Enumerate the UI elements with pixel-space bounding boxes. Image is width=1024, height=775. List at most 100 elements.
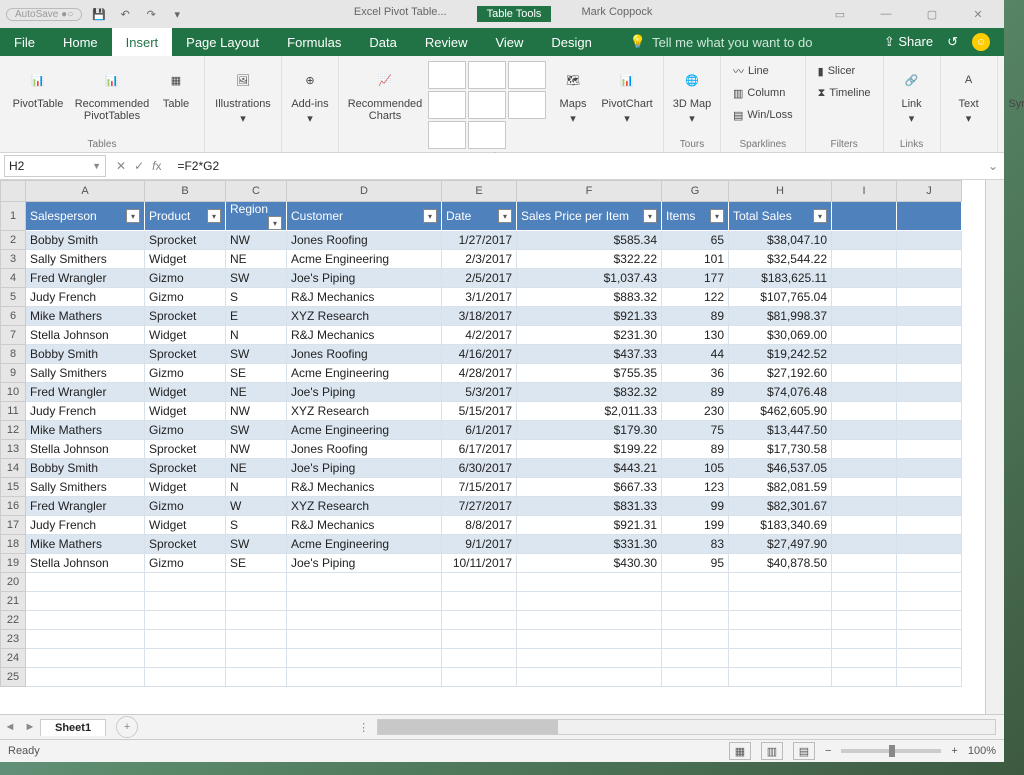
zoom-slider[interactable] <box>841 749 941 753</box>
cell[interactable]: Sprocket <box>145 440 226 459</box>
cell[interactable]: R&J Mechanics <box>287 326 442 345</box>
cell[interactable]: $17,730.58 <box>729 440 832 459</box>
illustrations-button[interactable]: 🖼Illustrations ▾ <box>213 60 273 125</box>
cell[interactable] <box>26 611 145 630</box>
cell[interactable]: 199 <box>662 516 729 535</box>
table-header-cell[interactable]: Product▾ <box>145 202 226 231</box>
cell[interactable]: Widget <box>145 383 226 402</box>
cell[interactable] <box>897 421 962 440</box>
cell[interactable]: 95 <box>662 554 729 573</box>
cell[interactable]: NW <box>226 231 287 250</box>
cell[interactable]: $1,037.43 <box>517 269 662 288</box>
column-header[interactable]: F <box>517 181 662 202</box>
cell[interactable]: $2,011.33 <box>517 402 662 421</box>
cell[interactable] <box>26 592 145 611</box>
cell[interactable] <box>287 668 442 687</box>
cell[interactable]: $462,605.90 <box>729 402 832 421</box>
row-header[interactable]: 3 <box>1 250 26 269</box>
cell[interactable]: Sally Smithers <box>26 250 145 269</box>
row-header[interactable]: 9 <box>1 364 26 383</box>
row-header[interactable]: 22 <box>1 611 26 630</box>
cell[interactable]: 89 <box>662 440 729 459</box>
cell[interactable] <box>832 497 897 516</box>
row-header[interactable]: 20 <box>1 573 26 592</box>
cell[interactable]: 2/5/2017 <box>442 269 517 288</box>
cell[interactable]: SW <box>226 421 287 440</box>
cell[interactable] <box>729 630 832 649</box>
cell[interactable]: 99 <box>662 497 729 516</box>
cell[interactable] <box>897 231 962 250</box>
cell[interactable] <box>287 649 442 668</box>
cell[interactable] <box>832 326 897 345</box>
maps-button[interactable]: 🗺Maps ▾ <box>551 60 595 125</box>
cell[interactable]: R&J Mechanics <box>287 478 442 497</box>
cell[interactable] <box>287 630 442 649</box>
cell[interactable] <box>226 611 287 630</box>
cell[interactable] <box>442 649 517 668</box>
minimize-icon[interactable]: — <box>866 0 906 28</box>
cell[interactable]: Joe's Piping <box>287 383 442 402</box>
cell[interactable] <box>897 440 962 459</box>
cell[interactable]: 83 <box>662 535 729 554</box>
cell[interactable]: 10/11/2017 <box>442 554 517 573</box>
cell[interactable]: Fred Wrangler <box>26 497 145 516</box>
cell[interactable] <box>26 668 145 687</box>
select-all-corner[interactable] <box>1 181 26 202</box>
cell[interactable]: $32,544.22 <box>729 250 832 269</box>
vertical-scrollbar[interactable] <box>985 180 1004 714</box>
cell[interactable] <box>145 592 226 611</box>
cell[interactable]: 75 <box>662 421 729 440</box>
cell[interactable]: $19,242.52 <box>729 345 832 364</box>
cell[interactable]: NE <box>226 383 287 402</box>
row-header[interactable]: 11 <box>1 402 26 421</box>
cell[interactable]: Jones Roofing <box>287 345 442 364</box>
cell[interactable]: $74,076.48 <box>729 383 832 402</box>
cell[interactable]: 6/1/2017 <box>442 421 517 440</box>
cell[interactable]: NE <box>226 459 287 478</box>
expand-formula-icon[interactable]: ⌄ <box>982 159 1004 173</box>
cell[interactable]: Mike Mathers <box>26 307 145 326</box>
cell[interactable]: Gizmo <box>145 288 226 307</box>
cell[interactable]: NE <box>226 250 287 269</box>
cell[interactable]: 177 <box>662 269 729 288</box>
cell[interactable]: 65 <box>662 231 729 250</box>
cell[interactable]: Acme Engineering <box>287 250 442 269</box>
chart-bar-icon[interactable] <box>428 91 466 119</box>
cell[interactable]: Sally Smithers <box>26 478 145 497</box>
cell[interactable]: Mike Mathers <box>26 535 145 554</box>
cell[interactable] <box>832 269 897 288</box>
cell[interactable]: SW <box>226 535 287 554</box>
cell[interactable]: Sprocket <box>145 345 226 364</box>
cell[interactable] <box>832 288 897 307</box>
tab-page-layout[interactable]: Page Layout <box>172 28 273 56</box>
cell[interactable] <box>832 402 897 421</box>
cell[interactable] <box>226 592 287 611</box>
worksheet-grid[interactable]: ABCDEFGHIJ1Salesperson▾Product▾Region▾Cu… <box>0 180 985 714</box>
sparkline-column-button[interactable]: ▥ Column <box>729 82 797 104</box>
cell[interactable]: 9/1/2017 <box>442 535 517 554</box>
cell[interactable] <box>897 288 962 307</box>
formula-input[interactable]: =F2*G2 <box>171 159 981 173</box>
tab-design[interactable]: Design <box>537 28 605 56</box>
sheet-tab[interactable]: Sheet1 <box>40 719 106 736</box>
cell[interactable]: R&J Mechanics <box>287 288 442 307</box>
table-header-cell[interactable]: Region▾ <box>226 202 287 231</box>
cell[interactable] <box>832 478 897 497</box>
cell[interactable]: $179.30 <box>517 421 662 440</box>
page-layout-view-icon[interactable]: ▥ <box>761 742 783 760</box>
cell[interactable]: 6/30/2017 <box>442 459 517 478</box>
row-header[interactable]: 12 <box>1 421 26 440</box>
chart-pie-icon[interactable] <box>508 61 546 89</box>
cell[interactable] <box>897 573 962 592</box>
cell[interactable] <box>145 611 226 630</box>
cell[interactable] <box>517 611 662 630</box>
redo-icon[interactable]: ↷ <box>142 5 160 23</box>
cell[interactable]: $832.32 <box>517 383 662 402</box>
cell[interactable] <box>442 592 517 611</box>
cell[interactable]: Sprocket <box>145 307 226 326</box>
tab-view[interactable]: View <box>481 28 537 56</box>
autosave-toggle[interactable]: AutoSave ●○ <box>6 8 82 21</box>
cell[interactable]: 105 <box>662 459 729 478</box>
cell[interactable] <box>897 516 962 535</box>
cell[interactable]: 89 <box>662 307 729 326</box>
